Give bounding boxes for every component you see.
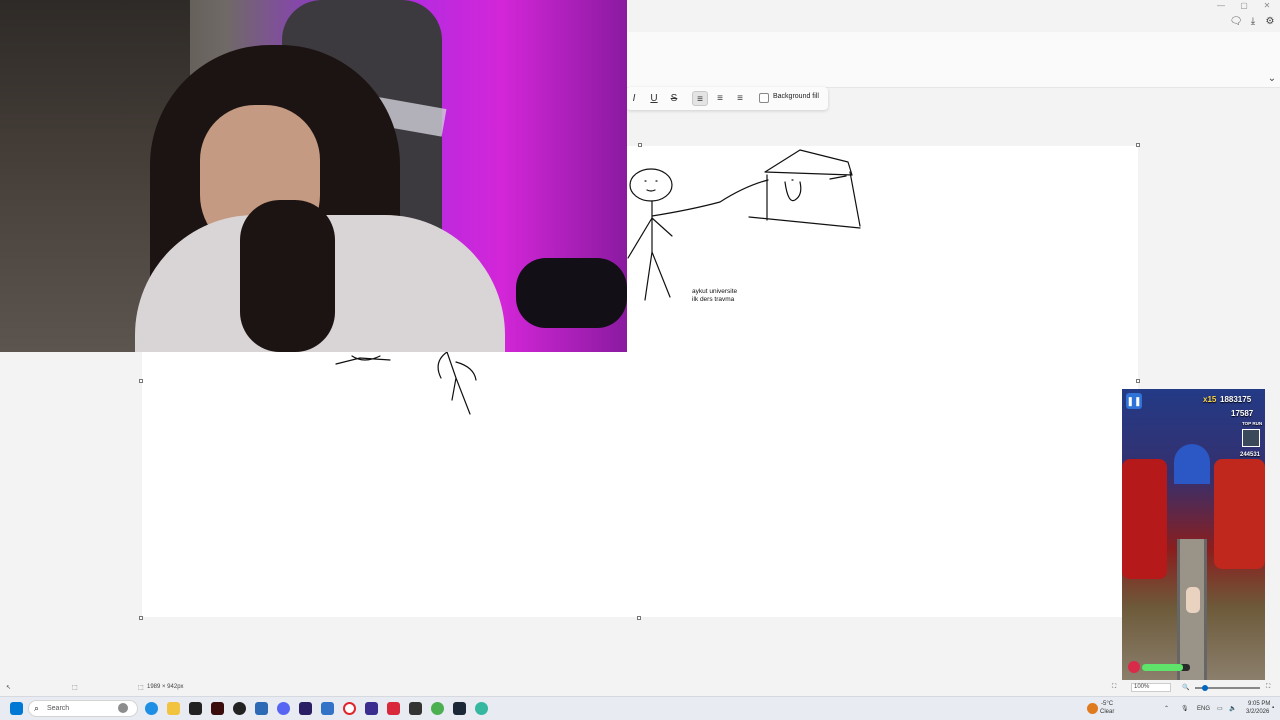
zoom-slider-thumb[interactable]	[1202, 685, 1208, 691]
chevron-up-icon[interactable]: ⌃	[1164, 705, 1169, 712]
app-icon[interactable]	[387, 702, 400, 715]
tunnel	[1174, 444, 1210, 484]
coins: 17587	[1231, 409, 1254, 418]
house-roof	[764, 149, 853, 176]
train-left	[1122, 459, 1167, 579]
app-icon[interactable]	[233, 702, 246, 715]
app-icon[interactable]	[431, 702, 444, 715]
fit-to-window-icon[interactable]: ⛶	[1112, 684, 1116, 691]
language-indicator[interactable]: ENG	[1197, 706, 1210, 712]
score: 1883175	[1220, 395, 1252, 404]
note-line-1: aykut universite	[692, 288, 738, 295]
clock-time[interactable]: 9:05 PM	[1248, 701, 1270, 707]
start-icon[interactable]	[10, 702, 23, 715]
taskbar: ⌕ Search -5°C Clear ⌃ 🎙 ENG ▭ 🔈 9:05 PM …	[0, 696, 1280, 720]
canvas-size: 1989 × 942px	[147, 684, 184, 690]
clock-date[interactable]: 3/2/2026	[1246, 709, 1269, 715]
adobe-icon[interactable]	[211, 702, 224, 715]
train-right	[1214, 459, 1265, 569]
steam-icon[interactable]	[453, 702, 466, 715]
network-icon[interactable]: ▭	[1217, 705, 1223, 712]
notification-icon[interactable]: ▪	[1272, 705, 1274, 711]
discord-icon[interactable]	[277, 702, 290, 715]
stick-figure-face	[644, 180, 658, 192]
vpn-icon[interactable]	[365, 702, 378, 715]
weather-desc: Clear	[1100, 709, 1115, 715]
canvas-size-icon: ⬚	[138, 685, 144, 691]
game-overlay: ❚❚ x15 1883175 17587 TOP RUN 244531	[1122, 389, 1265, 680]
powerup-timer-fill	[1142, 664, 1183, 671]
zoom-out-icon[interactable]: 🔍	[1182, 684, 1189, 691]
app-icon[interactable]	[321, 702, 334, 715]
selection-icon: ⬚	[72, 685, 78, 691]
pointer-icon: ↖	[6, 685, 12, 691]
partial-figure-left	[335, 355, 391, 365]
zoom-in-icon[interactable]: ⛶	[1266, 684, 1270, 691]
webcam-overlay	[0, 0, 627, 352]
stick-figure-arm	[651, 179, 769, 217]
magnet-icon	[1128, 661, 1140, 673]
opera-icon[interactable]	[343, 702, 356, 715]
stick-figure-head	[629, 168, 673, 202]
widgets-icon[interactable]	[118, 703, 128, 713]
app-icon[interactable]	[475, 702, 488, 715]
top-run-value: 244531	[1240, 452, 1261, 458]
top-run-label: TOP RUN	[1242, 421, 1263, 426]
weather-icon[interactable]	[1087, 703, 1098, 714]
pause-icon[interactable]: ❚❚	[1126, 393, 1142, 409]
hair-front	[240, 200, 335, 352]
search-placeholder: Search	[47, 705, 70, 712]
volume-icon[interactable]: 🔈	[1229, 705, 1236, 712]
stick-figure-body	[627, 200, 673, 301]
after-effects-icon[interactable]	[299, 702, 312, 715]
edge-icon[interactable]	[145, 702, 158, 715]
multiplier: x15	[1203, 395, 1217, 404]
top-run-avatar	[1242, 429, 1260, 447]
obs-icon[interactable]	[189, 702, 202, 715]
partial-figure-right	[437, 351, 477, 415]
status-bar: ↖ ⬚ ⬚ 1989 × 942px ⛶ 100% 🔍 ⛶	[0, 680, 1280, 696]
microphone	[516, 258, 627, 328]
microphone-icon[interactable]: 🎙	[1181, 705, 1189, 712]
runner-character	[1186, 587, 1200, 613]
powerup-timer	[1142, 664, 1190, 671]
zoom-select[interactable]: 100%	[1131, 683, 1171, 692]
capcut-icon[interactable]	[409, 702, 422, 715]
house-door	[784, 179, 802, 202]
app-icon[interactable]	[255, 702, 268, 715]
search-icon: ⌕	[34, 703, 40, 713]
note-line-2: ilk ders travma	[692, 296, 735, 303]
weather-temp: -5°C	[1101, 701, 1114, 707]
file-explorer-icon[interactable]	[167, 702, 180, 715]
